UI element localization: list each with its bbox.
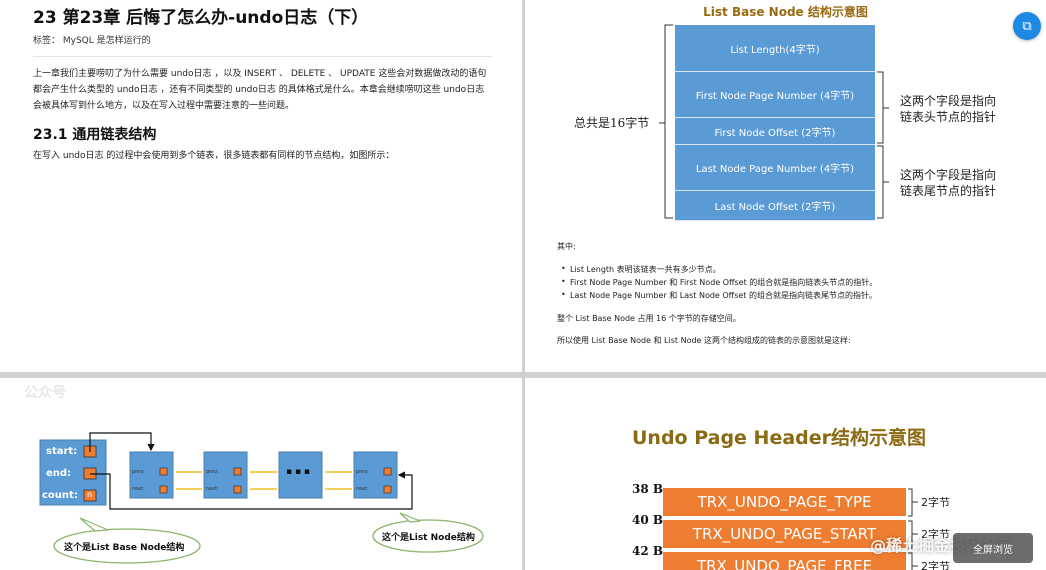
start-label: start: xyxy=(46,446,78,457)
right-note-head-1: 这两个字段是指向 xyxy=(900,94,997,108)
right-note-tail-1: 这两个字段是指向 xyxy=(900,168,997,182)
section-heading: 23.1 通用链表结构 xyxy=(33,127,157,143)
node-prev-label: prev: xyxy=(132,469,145,475)
page-top-right: List Base Node 结构示意图 List Length(4字节) Fi… xyxy=(525,0,1046,372)
page-bottom-left: 公众号 start: end: count: prev: next: prev:… xyxy=(0,378,522,570)
bullet-item: List Length 表明该链表一共有多少节点。 xyxy=(561,264,721,275)
ellipsis-dots: ▪ ▪ ▪ xyxy=(286,467,311,477)
node-prev-label: prev: xyxy=(206,469,219,475)
callout-list-node: 这个是List Node结构 xyxy=(382,533,475,543)
intro-paragraph: 上一章我们主要唠叨了为什么需要 undo日志 ，以及 INSERT 、 DELE… xyxy=(33,69,487,111)
closing-line: 所以使用 List Base Node 和 List Node 这两个结构组成的… xyxy=(557,336,851,345)
fullscreen-button[interactable]: 全屏浏览 xyxy=(953,533,1033,563)
page-top-left: 23 第23章 后悔了怎么办-undo日志（下） 标签： MySQL 是怎样运行… xyxy=(0,0,522,372)
size-label: 2字节 xyxy=(921,496,950,509)
node-prev-label: prev: xyxy=(356,469,369,475)
chapter-title: 23 第23章 后悔了怎么办-undo日志（下） xyxy=(33,8,369,28)
summary-line: 整个 List Base Node 占用 16 个字节的存储空间。 xyxy=(557,314,741,323)
count-value: n xyxy=(87,490,93,499)
bullet-item: Last Node Page Number 和 Last Node Offset… xyxy=(561,290,877,301)
right-note-tail-2: 链表尾节点的指针 xyxy=(900,184,997,198)
callout-base-node: 这个是List Base Node结构 xyxy=(64,543,185,553)
end-label: end: xyxy=(46,468,72,479)
node-next-label: next: xyxy=(132,486,145,492)
bullet-item: First Node Page Number 和 First Node Offs… xyxy=(561,277,877,288)
right-note-head-2: 链表头节点的指针 xyxy=(900,110,997,124)
section-paragraph: 在写入 undo日志 的过程中会使用到多个链表，很多链表都有同样的节点结构，如图… xyxy=(33,151,395,161)
tags-line: 标签： MySQL 是怎样运行的 xyxy=(33,36,151,46)
count-label: count: xyxy=(42,490,78,501)
intro-word: 其中: xyxy=(557,242,576,251)
left-note: 总共是16字节 xyxy=(574,116,650,130)
node-next-label: next: xyxy=(206,486,219,492)
node-next-label: next: xyxy=(356,486,369,492)
translate-toggle-icon[interactable]: ⧉ xyxy=(1013,12,1041,40)
size-label: 2字节 xyxy=(921,560,950,570)
divider xyxy=(33,56,492,57)
